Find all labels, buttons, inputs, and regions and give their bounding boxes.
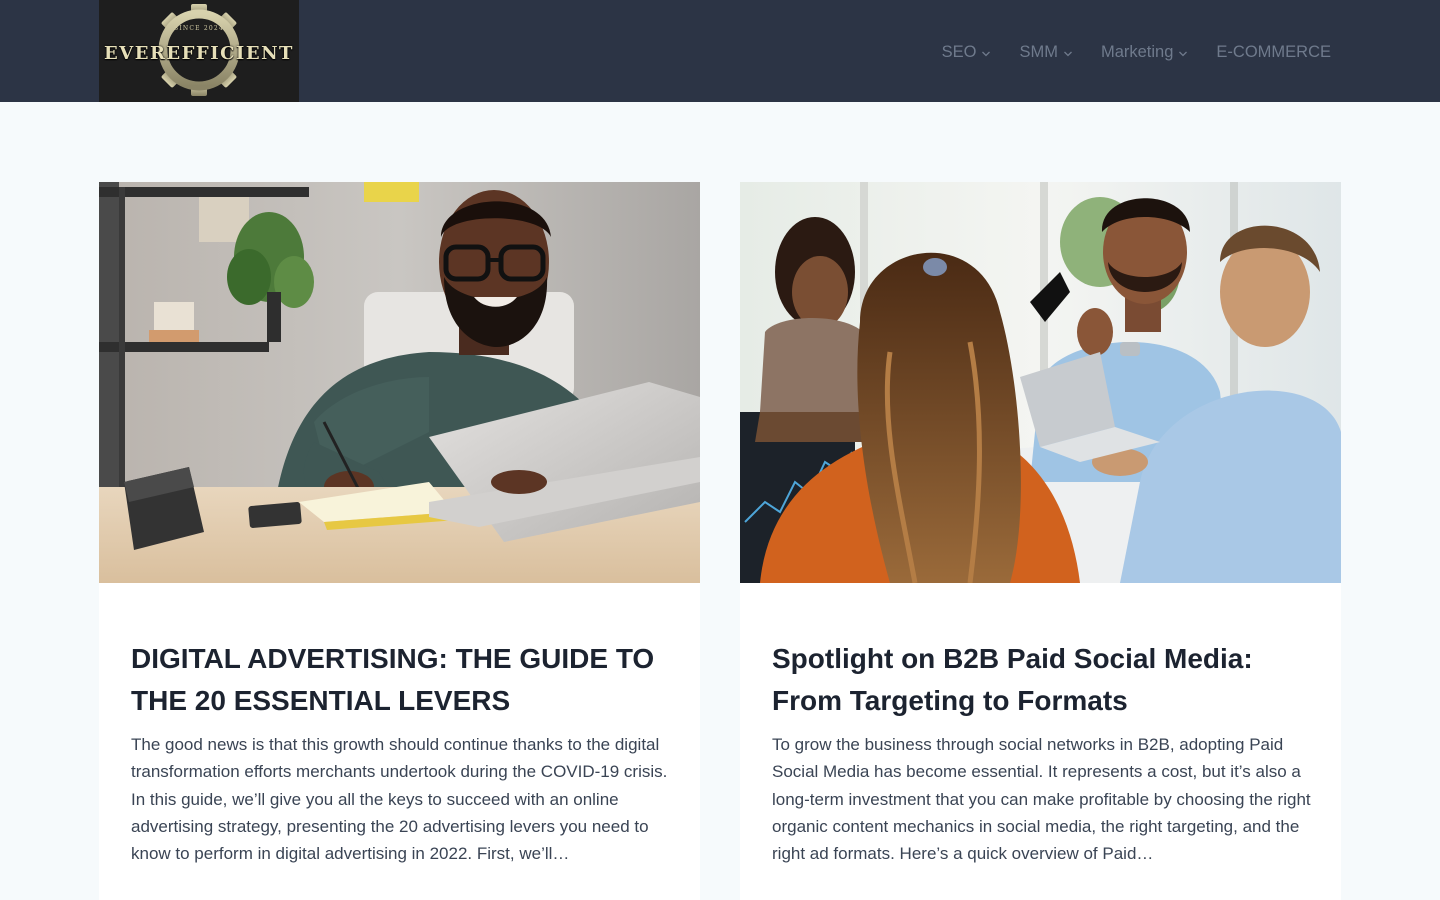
post-thumbnail[interactable] bbox=[740, 182, 1341, 583]
photo-team-meeting bbox=[740, 182, 1341, 583]
photo-man-at-laptop bbox=[99, 182, 700, 583]
nav-item-label: SMM bbox=[1019, 42, 1058, 61]
logo-wordmark: EVEREFFICIENT bbox=[104, 43, 294, 64]
site-header: SINCE 2024 EVEREFFICIENT SEO SMM Marketi… bbox=[0, 0, 1440, 102]
post-card: DIGITAL ADVERTISING: THE GUIDE TO THE 20… bbox=[99, 182, 700, 900]
site-logo[interactable]: SINCE 2024 EVEREFFICIENT bbox=[99, 0, 299, 102]
post-excerpt: The good news is that this growth should… bbox=[131, 735, 668, 864]
nav-item-label: Marketing bbox=[1100, 42, 1174, 61]
logo-tagline: SINCE 2024 bbox=[174, 25, 224, 32]
nav-item-smm[interactable]: SMM bbox=[1019, 43, 1073, 62]
nav-item-label: SEO bbox=[941, 42, 977, 61]
main-nav: SEO SMM Marketing E-COMMERCE bbox=[914, 40, 1331, 64]
post-title[interactable]: DIGITAL ADVERTISING: THE GUIDE TO THE 20… bbox=[131, 638, 676, 722]
nav-item-seo[interactable]: SEO bbox=[942, 43, 992, 62]
chevron-down-icon bbox=[1179, 51, 1188, 56]
chevron-down-icon bbox=[982, 51, 991, 56]
nav-item-marketing[interactable]: Marketing bbox=[1101, 43, 1188, 62]
nav-item-label: E-COMMERCE bbox=[1216, 42, 1331, 61]
nav-item-e-commerce[interactable]: E-COMMERCE bbox=[1216, 43, 1331, 62]
chevron-down-icon bbox=[1063, 51, 1072, 56]
post-card: Spotlight on B2B Paid Social Media: From… bbox=[740, 182, 1341, 900]
post-excerpt: To grow the business through social netw… bbox=[772, 735, 1311, 864]
post-title[interactable]: Spotlight on B2B Paid Social Media: From… bbox=[772, 638, 1317, 722]
post-thumbnail[interactable] bbox=[99, 182, 700, 583]
